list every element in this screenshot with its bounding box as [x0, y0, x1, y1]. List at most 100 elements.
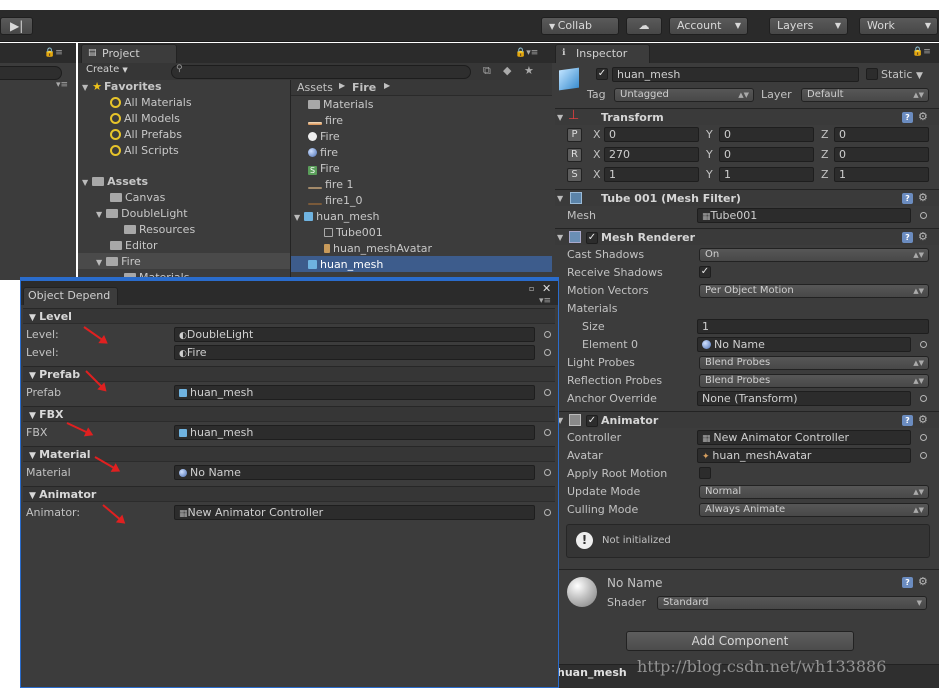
prefab-field[interactable]: huan_mesh	[174, 385, 535, 400]
reflection-probes-dropdown[interactable]: Blend Probes ▲▼	[699, 374, 929, 388]
object-picker-icon[interactable]	[544, 331, 551, 338]
tab-object-depend[interactable]: Object Depend	[23, 287, 118, 305]
motion-vectors-dropdown[interactable]: Per Object Motion ▲▼	[699, 284, 929, 298]
object-picker-icon[interactable]	[920, 452, 927, 459]
update-mode-dropdown[interactable]: Normal ▲▼	[699, 485, 929, 499]
receive-shadows-checkbox[interactable]: ✓	[699, 266, 711, 278]
reset-position-button[interactable]: P	[567, 128, 582, 142]
file-item-selected[interactable]: huan_mesh	[308, 257, 383, 273]
folder-item[interactable]: Canvas	[110, 190, 165, 206]
folder-item[interactable]: ▼ DoubleLight	[96, 206, 188, 222]
cloud-button[interactable]: ☁	[626, 17, 662, 35]
position-z-field[interactable]: 0	[834, 127, 929, 142]
cast-shadows-dropdown[interactable]: On ▲▼	[699, 248, 929, 262]
file-item[interactable]: huan_meshAvatar	[324, 241, 432, 257]
animator-field[interactable]: ▦New Animator Controller	[174, 505, 535, 520]
gear-icon[interactable]: ⚙	[918, 191, 928, 204]
fbx-section-header[interactable]: ▼ FBX	[23, 406, 555, 422]
materials-label[interactable]: Materials	[567, 302, 617, 315]
controller-field[interactable]: ▦ New Animator Controller	[697, 430, 911, 445]
file-item[interactable]: fire	[308, 145, 338, 161]
file-item[interactable]: Fire	[308, 129, 340, 145]
scale-x-field[interactable]: 1	[604, 167, 699, 182]
reset-scale-button[interactable]: S	[567, 168, 582, 182]
maximize-icon[interactable]: ▫	[529, 284, 534, 293]
position-x-field[interactable]: 0	[604, 127, 699, 142]
gear-icon[interactable]: ⚙	[918, 110, 928, 123]
help-icon[interactable]: ?	[902, 232, 913, 243]
add-component-button[interactable]: Add Component	[626, 631, 854, 651]
scale-z-field[interactable]: 1	[834, 167, 929, 182]
object-picker-icon[interactable]	[920, 434, 927, 441]
object-picker-icon[interactable]	[544, 389, 551, 396]
layers-dropdown[interactable]: Layers ▼	[769, 17, 848, 35]
scale-y-field[interactable]: 1	[719, 167, 814, 182]
mesh-field[interactable]: ▦Tube001	[697, 208, 911, 223]
menu-icon[interactable]: ▾≡	[539, 296, 551, 306]
gear-icon[interactable]: ⚙	[918, 575, 928, 588]
position-y-field[interactable]: 0	[719, 127, 814, 142]
project-search-input[interactable]: ⚲	[171, 64, 471, 79]
level-section-header[interactable]: ▼ Level	[23, 308, 555, 324]
object-name-field[interactable]: huan_mesh	[612, 67, 859, 82]
object-picker-icon[interactable]	[544, 469, 551, 476]
assets-header[interactable]: ▼ Assets	[82, 174, 148, 190]
help-icon[interactable]: ?	[902, 577, 913, 588]
gear-icon[interactable]: ⚙	[918, 413, 928, 426]
culling-mode-dropdown[interactable]: Always Animate ▲▼	[699, 503, 929, 517]
tab-inspector[interactable]: ℹ Inspector	[555, 44, 650, 63]
level-field[interactable]: ◐Fire	[174, 345, 535, 360]
favorites-header[interactable]: ▼ ★ Favorites	[82, 79, 162, 95]
lock-icon[interactable]: 🔒≡	[44, 48, 63, 58]
file-item[interactable]: fire	[308, 113, 343, 129]
menu-icon[interactable]: ▾≡	[56, 80, 68, 90]
collab-button[interactable]: ▼ Collab	[541, 17, 619, 35]
file-item[interactable]: S Fire	[308, 161, 340, 177]
layout-dropdown[interactable]: Work ▼	[859, 17, 938, 35]
avatar-field[interactable]: ✦ huan_meshAvatar	[697, 448, 911, 463]
help-icon[interactable]: ?	[902, 193, 913, 204]
anchor-override-field[interactable]: None (Transform)	[697, 391, 911, 406]
animator-section-header[interactable]: ▼ Animator	[23, 486, 555, 502]
lock-icon[interactable]: 🔒▾≡	[515, 48, 538, 58]
folder-item[interactable]: Resources	[124, 222, 195, 238]
reset-rotation-button[interactable]: R	[567, 148, 582, 162]
rotation-x-field[interactable]: 270	[604, 147, 699, 162]
tag-dropdown[interactable]: Untagged ▲▼	[614, 88, 754, 102]
file-item[interactable]: Materials	[308, 97, 373, 113]
mesh-renderer-enabled-checkbox[interactable]: ✓	[586, 232, 598, 244]
static-checkbox[interactable]	[866, 68, 878, 80]
close-icon[interactable]: ✕	[542, 282, 551, 295]
shader-dropdown[interactable]: Standard ▼	[657, 596, 927, 610]
prefab-section-header[interactable]: ▼ Prefab	[23, 366, 555, 382]
tab-project[interactable]: ▤ Project	[81, 44, 177, 63]
breadcrumb-item[interactable]: Fire	[352, 81, 376, 94]
level-field[interactable]: ◐DoubleLight	[174, 327, 535, 342]
element0-field[interactable]: No Name	[697, 337, 911, 352]
fbx-field[interactable]: huan_mesh	[174, 425, 535, 440]
filter-type-icon[interactable]: ⧉	[483, 64, 491, 78]
material-field[interactable]: No Name	[174, 465, 535, 480]
create-dropdown[interactable]: Create ▼	[86, 64, 128, 75]
active-checkbox[interactable]: ✓	[596, 68, 608, 80]
object-picker-icon[interactable]	[544, 429, 551, 436]
folder-item-selected[interactable]: ▼ Fire	[96, 254, 141, 270]
folder-item[interactable]: Editor	[110, 238, 158, 254]
favorite-item[interactable]: All Scripts	[110, 143, 179, 159]
object-picker-icon[interactable]	[544, 509, 551, 516]
favorite-item[interactable]: All Materials	[110, 95, 192, 111]
step-button[interactable]: ▶|	[0, 17, 33, 35]
rotation-z-field[interactable]: 0	[834, 147, 929, 162]
help-icon[interactable]: ?	[902, 415, 913, 426]
apply-root-motion-checkbox[interactable]	[699, 467, 711, 479]
object-picker-icon[interactable]	[920, 212, 927, 219]
animator-enabled-checkbox[interactable]: ✓	[586, 415, 598, 427]
object-picker-icon[interactable]	[920, 341, 927, 348]
breadcrumb-item[interactable]: Assets	[297, 81, 333, 94]
file-item[interactable]: fire1_0	[308, 193, 362, 209]
favorite-item[interactable]: All Models	[110, 111, 180, 127]
static-label[interactable]: Static ▼	[881, 68, 923, 81]
materials-size-field[interactable]: 1	[697, 319, 929, 334]
rotation-y-field[interactable]: 0	[719, 147, 814, 162]
filter-label-icon[interactable]: ◆	[503, 64, 511, 77]
